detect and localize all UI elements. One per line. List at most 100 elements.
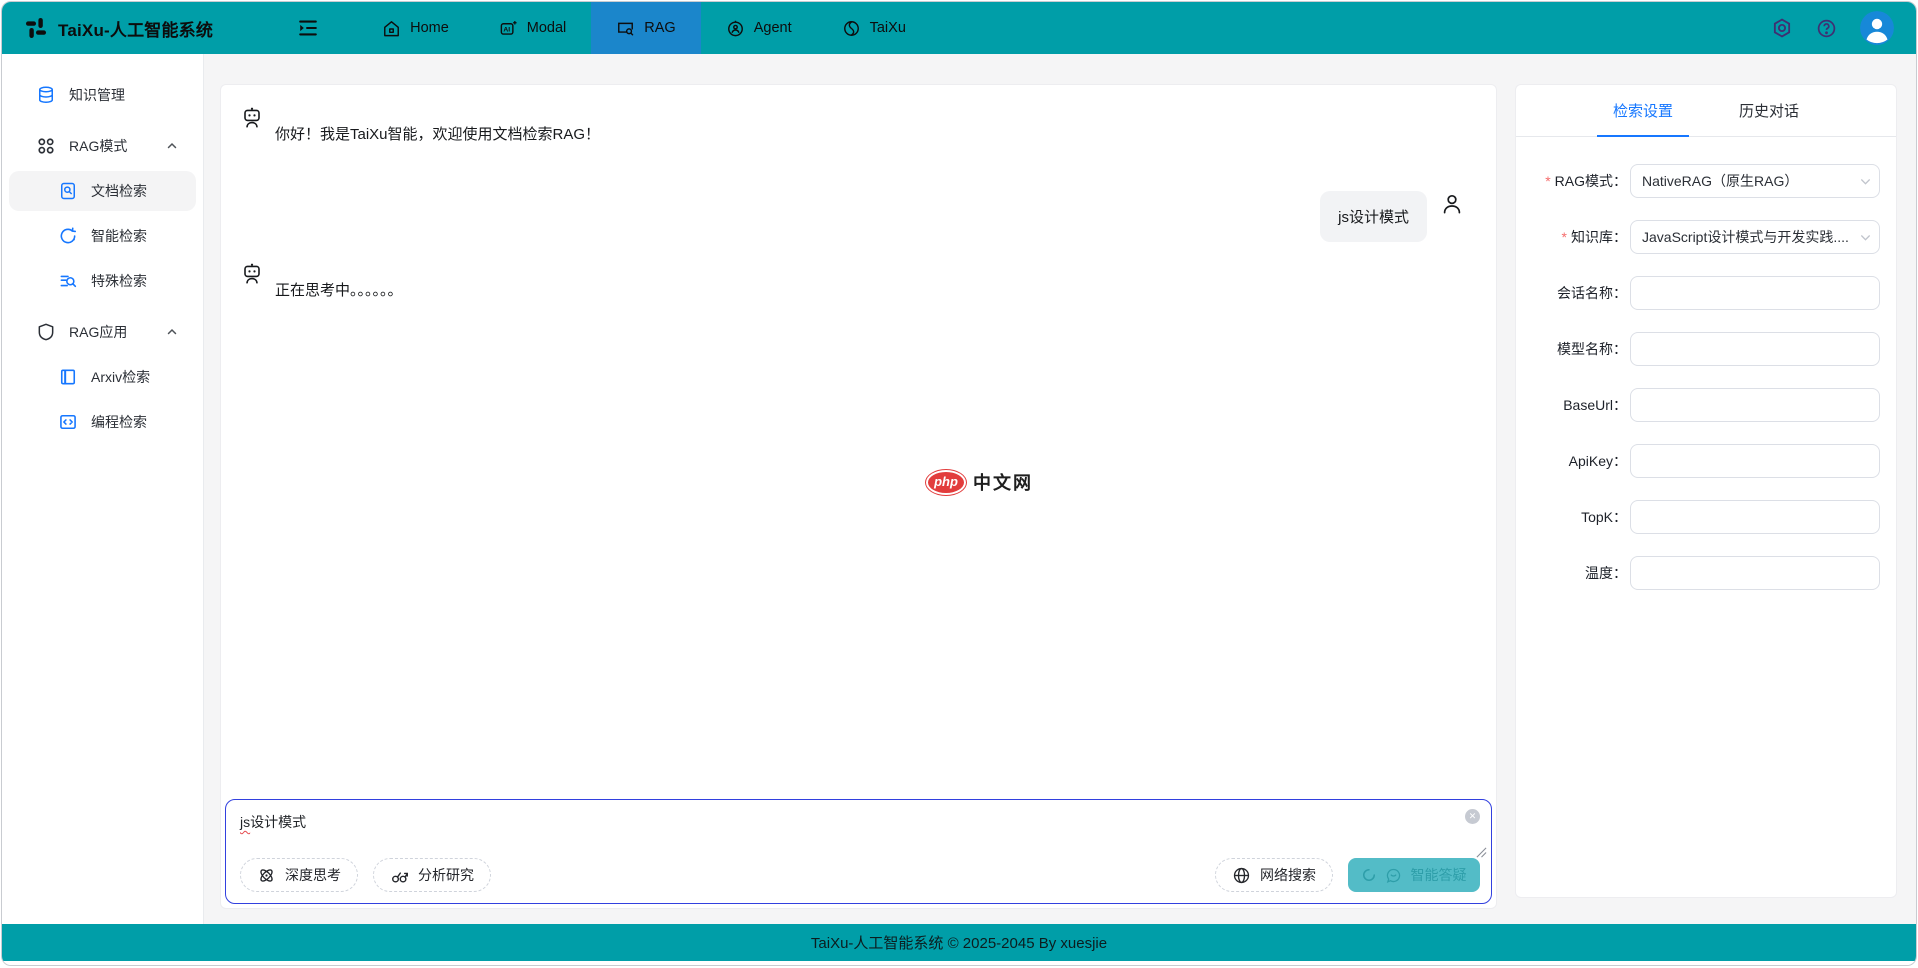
sidebar-item-arxiv-search[interactable]: Arxiv检索 bbox=[9, 357, 196, 397]
session-name-input[interactable] bbox=[1630, 276, 1880, 310]
sidebar-item-label: 智能检索 bbox=[91, 226, 147, 246]
chevron-down-icon bbox=[1859, 175, 1872, 188]
robot-icon bbox=[240, 106, 264, 130]
message-input[interactable]: js设计模式 ✕ bbox=[226, 800, 1491, 857]
tab-history[interactable]: 历史对话 bbox=[1723, 85, 1815, 136]
analyze-research-label: 分析研究 bbox=[418, 865, 474, 885]
sidebar-item-knowledge[interactable]: 知识管理 bbox=[9, 75, 196, 115]
clear-input-icon[interactable]: ✕ bbox=[1465, 809, 1480, 824]
knowledge-base-select[interactable]: JavaScript设计模式与开发实践.... bbox=[1630, 220, 1880, 254]
content-area: 知识管理 RAG模式 bbox=[2, 54, 1916, 924]
code-icon bbox=[58, 412, 78, 432]
select-value: NativeRAG（原生RAG） bbox=[1642, 171, 1798, 191]
resize-handle-icon[interactable] bbox=[1476, 847, 1487, 858]
form-row-rag-mode: * RAG模式： NativeRAG（原生RAG） bbox=[1516, 164, 1880, 198]
form-row-temperature: 温度： bbox=[1516, 556, 1880, 590]
atom-icon bbox=[257, 866, 276, 885]
app-window: TaiXu-人工智能系统 Home bbox=[1, 1, 1917, 966]
footer: TaiXu-人工智能系统 © 2025-2045 By xuesjie bbox=[2, 924, 1916, 961]
sidebar-item-label: 文档检索 bbox=[91, 181, 147, 201]
bot-thinking-text: 正在思考中。。。。。。 bbox=[275, 279, 403, 300]
navbar-actions bbox=[1771, 11, 1894, 45]
help-icon[interactable] bbox=[1816, 18, 1837, 39]
nav-item-label: RAG bbox=[644, 20, 675, 36]
sidebar-item-label: 编程检索 bbox=[91, 412, 147, 432]
sidebar-group-label: RAG应用 bbox=[69, 322, 127, 342]
required-asterisk: * bbox=[1545, 173, 1550, 189]
chevron-up-icon bbox=[166, 140, 178, 152]
nav-item-modal[interactable]: AI Modal bbox=[474, 2, 592, 54]
field-label: 知识库： bbox=[1571, 227, 1627, 247]
chevron-up-icon bbox=[166, 326, 178, 338]
nav-item-label: Home bbox=[410, 20, 449, 36]
list-search-icon bbox=[58, 271, 78, 291]
taixu-icon bbox=[842, 19, 861, 38]
message-list: 你好！我是TaiXu智能，欢迎使用文档检索RAG！ js设计模式 bbox=[221, 85, 1496, 300]
nav-item-label: TaiXu bbox=[870, 20, 906, 36]
settings-gear-icon[interactable] bbox=[1771, 17, 1793, 39]
user-avatar[interactable] bbox=[1860, 11, 1894, 45]
bottom-strip bbox=[2, 961, 1916, 965]
database-icon bbox=[36, 85, 56, 105]
chevron-down-icon bbox=[1859, 231, 1872, 244]
topk-input[interactable] bbox=[1630, 500, 1880, 534]
main-nav: Home AI Modal bbox=[357, 2, 931, 54]
nav-item-agent[interactable]: Agent bbox=[701, 2, 817, 54]
base-url-input[interactable] bbox=[1630, 388, 1880, 422]
top-navbar: TaiXu-人工智能系统 Home bbox=[2, 2, 1916, 54]
tab-search-settings[interactable]: 检索设置 bbox=[1597, 85, 1689, 136]
input-toolbar: 深度思考 分析研究 bbox=[240, 858, 1480, 892]
loading-spinner-icon bbox=[1362, 868, 1376, 882]
rag-search-icon bbox=[616, 19, 635, 38]
input-text: 设计模式 bbox=[250, 814, 306, 830]
rag-mode-select[interactable]: NativeRAG（原生RAG） bbox=[1630, 164, 1880, 198]
book-icon bbox=[58, 367, 78, 387]
nav-item-rag[interactable]: RAG bbox=[591, 2, 700, 54]
brand: TaiXu-人工智能系统 bbox=[24, 16, 213, 41]
menu-fold-icon[interactable] bbox=[297, 17, 319, 39]
web-search-button[interactable]: 网络搜索 bbox=[1215, 858, 1333, 892]
user-icon bbox=[1440, 192, 1464, 216]
nav-item-label: Modal bbox=[527, 20, 567, 36]
watermark-site-text: 中文网 bbox=[973, 469, 1033, 495]
sidebar-group-rag-mode[interactable]: RAG模式 bbox=[9, 126, 196, 166]
sidebar-item-special-search[interactable]: 特殊检索 bbox=[9, 261, 196, 301]
form-row-api-key: ApiKey： bbox=[1516, 444, 1880, 478]
user-message-row: js设计模式 bbox=[240, 191, 1477, 242]
refresh-icon bbox=[58, 226, 78, 246]
input-text-misspelled: js bbox=[240, 814, 250, 830]
robot-icon bbox=[240, 262, 264, 286]
footer-text: TaiXu-人工智能系统 © 2025-2045 By xuesjie bbox=[811, 932, 1107, 953]
field-label: RAG模式： bbox=[1555, 171, 1627, 191]
sidebar-item-doc-search[interactable]: 文档检索 bbox=[9, 171, 196, 211]
globe-icon bbox=[1232, 866, 1251, 885]
sidebar-item-smart-search[interactable]: 智能检索 bbox=[9, 216, 196, 256]
submit-button[interactable]: 智能答疑 bbox=[1348, 858, 1480, 892]
temperature-input[interactable] bbox=[1630, 556, 1880, 590]
sidebar-group-rag-apps[interactable]: RAG应用 bbox=[9, 312, 196, 352]
nav-item-label: Agent bbox=[754, 20, 792, 36]
api-key-input[interactable] bbox=[1630, 444, 1880, 478]
model-name-input[interactable] bbox=[1630, 332, 1880, 366]
deep-think-label: 深度思考 bbox=[285, 865, 341, 885]
doc-search-icon bbox=[58, 181, 78, 201]
sidebar-item-code-search[interactable]: 编程检索 bbox=[9, 402, 196, 442]
nav-item-taixu[interactable]: TaiXu bbox=[817, 2, 931, 54]
agent-icon bbox=[726, 19, 745, 38]
field-label: 温度： bbox=[1585, 563, 1627, 583]
settings-panel: 检索设置 历史对话 * RAG模式： NativeRAG（原生RAG） * bbox=[1515, 84, 1897, 898]
analyze-research-button[interactable]: 分析研究 bbox=[373, 858, 491, 892]
form-row-knowledge-base: * 知识库： JavaScript设计模式与开发实践.... bbox=[1516, 220, 1880, 254]
field-label: TopK： bbox=[1581, 507, 1627, 527]
nav-item-home[interactable]: Home bbox=[357, 2, 474, 54]
submit-label: 智能答疑 bbox=[1411, 865, 1467, 885]
user-message-bubble: js设计模式 bbox=[1320, 191, 1427, 242]
deep-think-button[interactable]: 深度思考 bbox=[240, 858, 358, 892]
ai-model-icon: AI bbox=[499, 19, 518, 38]
bot-message-row: 正在思考中。。。。。。 bbox=[240, 262, 1477, 300]
bot-message-row: 你好！我是TaiXu智能，欢迎使用文档检索RAG！ bbox=[240, 106, 1477, 144]
form-row-topk: TopK： bbox=[1516, 500, 1880, 534]
field-label: 模型名称： bbox=[1557, 339, 1627, 359]
sidebar: 知识管理 RAG模式 bbox=[2, 54, 204, 924]
form-row-session-name: 会话名称： bbox=[1516, 276, 1880, 310]
